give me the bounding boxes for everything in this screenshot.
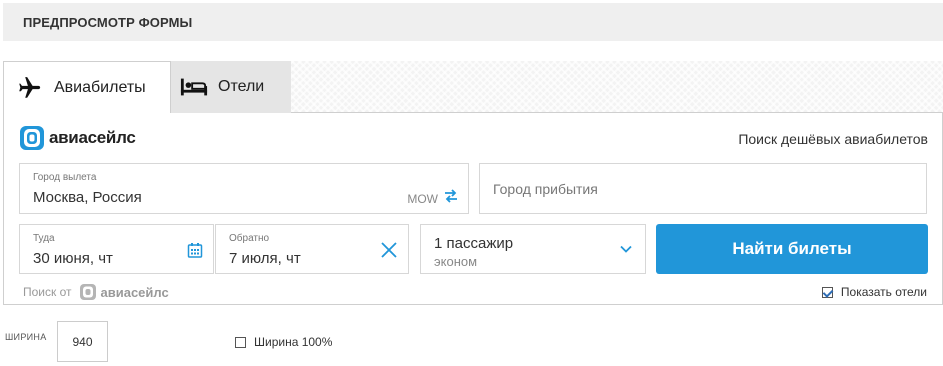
full-width-label: Ширина 100% bbox=[254, 335, 333, 349]
show-hotels-checkbox[interactable]: Показать отели bbox=[821, 285, 927, 299]
destination-field[interactable]: Город прибытия bbox=[479, 163, 927, 214]
origin-value: Москва, Россия bbox=[33, 189, 142, 206]
passengers-select[interactable]: 1 пассажир эконом bbox=[420, 224, 646, 274]
tab-flights[interactable]: Авиабилеты bbox=[3, 61, 171, 113]
aviasales-logo: авиасейлс bbox=[19, 125, 136, 151]
tab-flights-label: Авиабилеты bbox=[54, 78, 146, 96]
destination-placeholder: Город прибытия bbox=[493, 181, 598, 197]
aviasales-small-icon bbox=[79, 284, 96, 300]
powered-brand: авиасейлс bbox=[100, 284, 169, 300]
chevron-down-icon bbox=[619, 242, 633, 256]
tab-hotels[interactable]: Отели bbox=[171, 61, 291, 113]
preview-header: ПРЕДПРОСМОТР ФОРМЫ bbox=[3, 3, 943, 41]
tab-hotels-label: Отели bbox=[218, 78, 265, 95]
powered-prefix: Поиск от bbox=[23, 285, 72, 299]
travel-class: эконом bbox=[434, 254, 478, 269]
passenger-count: 1 пассажир bbox=[434, 235, 514, 252]
return-date-field[interactable]: Обратно 7 июля, чт bbox=[215, 224, 409, 274]
preview-title: ПРЕДПРОСМОТР ФОРМЫ bbox=[23, 15, 193, 30]
depart-date-field[interactable]: Туда 30 июня, чт bbox=[19, 224, 214, 274]
aviasales-icon bbox=[20, 126, 44, 150]
return-label: Обратно bbox=[229, 233, 270, 244]
origin-iata: MOW bbox=[407, 192, 438, 206]
powered-by: Поиск от авиасейлс bbox=[23, 283, 169, 301]
brand-tagline: Поиск дешёвых авиабилетов bbox=[738, 131, 928, 147]
show-hotels-label: Показать отели bbox=[840, 285, 927, 299]
origin-field[interactable]: Город вылета Москва, Россия MOW bbox=[19, 163, 469, 214]
depart-value: 30 июня, чт bbox=[33, 250, 113, 267]
checkbox-icon[interactable] bbox=[235, 336, 246, 348]
close-icon[interactable] bbox=[380, 241, 398, 259]
calendar-icon[interactable] bbox=[187, 242, 203, 258]
origin-label: Город вылета bbox=[33, 172, 97, 183]
width-input[interactable] bbox=[57, 321, 108, 362]
full-width-checkbox[interactable]: Ширина 100% bbox=[235, 335, 332, 349]
checkbox-checked-icon[interactable] bbox=[821, 286, 833, 298]
search-button[interactable]: Найти билеты bbox=[656, 224, 928, 274]
depart-label: Туда bbox=[33, 233, 55, 244]
bed-icon bbox=[180, 73, 208, 101]
airplane-icon bbox=[16, 74, 44, 102]
return-value: 7 июля, чт bbox=[229, 250, 301, 267]
search-form: авиасейлс Поиск дешёвых авиабилетов Горо… bbox=[3, 112, 943, 305]
width-label: ШИРИНА bbox=[5, 332, 47, 342]
swap-icon[interactable] bbox=[443, 188, 459, 204]
brand-name: авиасейлс bbox=[49, 128, 136, 147]
